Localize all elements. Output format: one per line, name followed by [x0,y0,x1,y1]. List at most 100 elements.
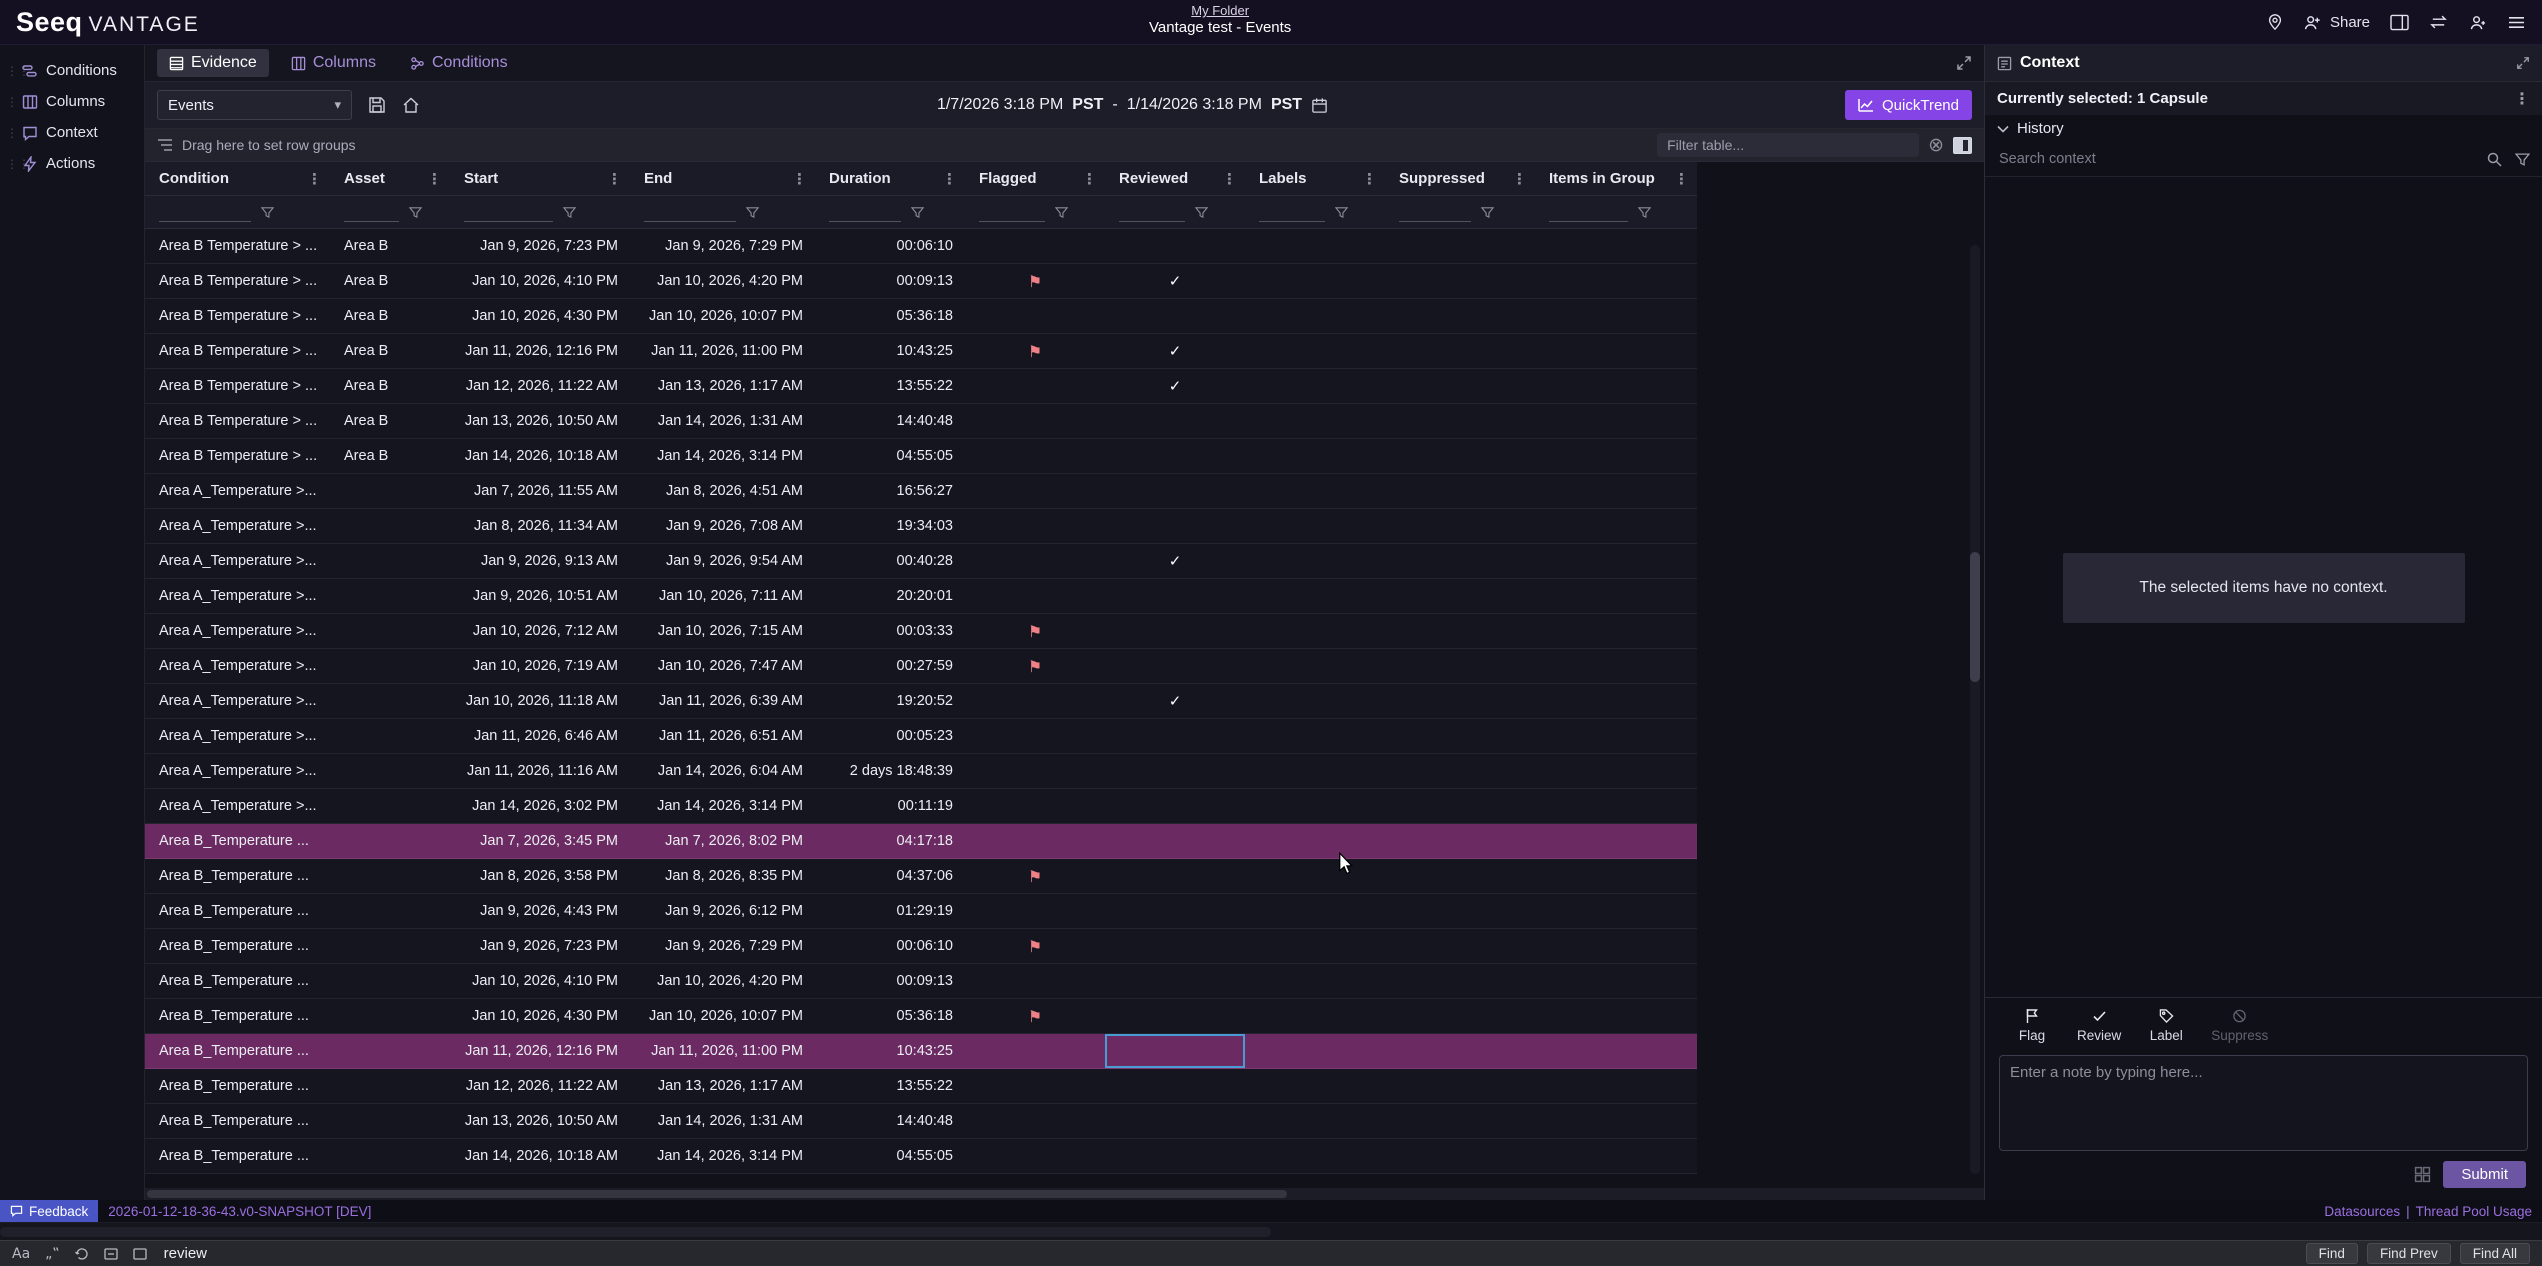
table-row[interactable]: Area B_Temperature ...Jan 8, 2026, 3:58 … [145,859,1697,894]
cell-suppressed[interactable] [1385,1069,1535,1103]
cell-asset[interactable]: Area B [330,369,450,403]
cell-condition[interactable]: Area B_Temperature ... [145,894,330,928]
cell-suppressed[interactable] [1385,404,1535,438]
cell-start[interactable]: Jan 11, 2026, 12:16 PM [450,334,630,368]
cell-asset[interactable] [330,684,450,718]
cell-start[interactable]: Jan 13, 2026, 10:50 AM [450,404,630,438]
row-groups-dropzone[interactable]: Drag here to set row groups ⊗ [145,129,1984,162]
cell-end[interactable]: Jan 9, 2026, 7:29 PM [630,229,815,263]
share-button[interactable]: Share [2304,14,2370,31]
sidebar-item-actions[interactable]: ⋮⋮ Actions [0,148,144,179]
cell-flagged[interactable] [965,894,1105,928]
expand-context-icon[interactable] [2516,56,2530,70]
tab-columns[interactable]: Columns [279,49,388,77]
cell-condition[interactable]: Area A_Temperature >... [145,509,330,543]
cell-duration[interactable]: 00:06:10 [815,229,965,263]
cell-flagged[interactable] [965,439,1105,473]
cell-duration[interactable]: 19:34:03 [815,509,965,543]
cell-condition[interactable]: Area B Temperature > ... [145,264,330,298]
cell-duration[interactable]: 16:56:27 [815,474,965,508]
cell-duration[interactable]: 00:03:33 [815,614,965,648]
column-filter-input[interactable] [644,203,736,222]
table-row[interactable]: Area B_Temperature ...Jan 13, 2026, 10:5… [145,1104,1697,1139]
cell-duration[interactable]: 14:40:48 [815,1104,965,1138]
cell-flagged[interactable] [965,1139,1105,1173]
table-row[interactable]: Area A_Temperature >...Jan 7, 2026, 11:5… [145,474,1697,509]
cell-flagged[interactable]: ⚑ [965,649,1105,683]
cell-items-in-group[interactable] [1535,684,1697,718]
cell-labels[interactable] [1245,404,1385,438]
cell-duration[interactable]: 20:20:01 [815,579,965,613]
filter-funnel-icon[interactable] [1638,206,1651,219]
cell-flagged[interactable] [965,474,1105,508]
cell-reviewed[interactable] [1105,439,1245,473]
scrollbar-thumb[interactable] [1970,552,1980,682]
cell-condition[interactable]: Area A_Temperature >... [145,614,330,648]
cell-duration[interactable]: 04:55:05 [815,1139,965,1173]
cell-start[interactable]: Jan 7, 2026, 11:55 AM [450,474,630,508]
find-field-icon[interactable] [133,1248,147,1260]
table-row[interactable]: Area B_Temperature ...Jan 7, 2026, 3:45 … [145,824,1697,859]
layout-panels-icon[interactable] [2390,14,2409,31]
cell-start[interactable]: Jan 10, 2026, 4:10 PM [450,964,630,998]
table-row[interactable]: Area B Temperature > ...Area BJan 14, 20… [145,439,1697,474]
cell-items-in-group[interactable] [1535,1034,1697,1068]
cell-items-in-group[interactable] [1535,789,1697,823]
find-prev-button[interactable]: Find Prev [2367,1243,2451,1264]
cell-end[interactable]: Jan 9, 2026, 7:29 PM [630,929,815,963]
cell-start[interactable]: Jan 10, 2026, 4:30 PM [450,999,630,1033]
cell-labels[interactable] [1245,964,1385,998]
column-menu-icon[interactable]: ⋮ [1674,170,1689,188]
grid-toggle-icon[interactable] [2414,1166,2431,1183]
cell-duration[interactable]: 00:11:19 [815,789,965,823]
cell-suppressed[interactable] [1385,544,1535,578]
cell-end[interactable]: Jan 10, 2026, 10:07 PM [630,299,815,333]
cell-reviewed[interactable] [1105,614,1245,648]
cell-condition[interactable]: Area A_Temperature >... [145,754,330,788]
column-header-suppressed[interactable]: Suppressed⋮ [1385,162,1535,195]
cell-end[interactable]: Jan 8, 2026, 4:51 AM [630,474,815,508]
context-menu-icon[interactable]: ⋮ [2514,89,2530,108]
cell-reviewed[interactable] [1105,789,1245,823]
cell-suppressed[interactable] [1385,509,1535,543]
cell-end[interactable]: Jan 10, 2026, 7:11 AM [630,579,815,613]
grid-vertical-scrollbar[interactable] [1970,245,1980,1174]
table-row[interactable]: Area B Temperature > ...Area BJan 10, 20… [145,264,1697,299]
cell-start[interactable]: Jan 10, 2026, 4:30 PM [450,299,630,333]
cell-flagged[interactable] [965,684,1105,718]
cell-items-in-group[interactable] [1535,474,1697,508]
table-row[interactable]: Area A_Temperature >...Jan 10, 2026, 11:… [145,684,1697,719]
cell-start[interactable]: Jan 9, 2026, 4:43 PM [450,894,630,928]
table-row[interactable]: Area B_Temperature ...Jan 9, 2026, 7:23 … [145,929,1697,964]
column-header-flagged[interactable]: Flagged⋮ [965,162,1105,195]
column-header-end[interactable]: End⋮ [630,162,815,195]
column-menu-icon[interactable]: ⋮ [427,170,442,188]
find-button[interactable]: Find [2306,1243,2358,1264]
filter-table-input[interactable] [1657,133,1919,157]
table-row[interactable]: Area A_Temperature >...Jan 11, 2026, 6:4… [145,719,1697,754]
cell-suppressed[interactable] [1385,719,1535,753]
home-icon[interactable] [402,96,420,114]
cell-labels[interactable] [1245,824,1385,858]
column-header-items-in-group[interactable]: Items in Group⋮ [1535,162,1697,195]
cell-start[interactable]: Jan 10, 2026, 7:19 AM [450,649,630,683]
find-input[interactable] [162,1244,582,1263]
feedback-button[interactable]: Feedback [0,1200,98,1222]
cell-labels[interactable] [1245,334,1385,368]
filter-funnel-icon[interactable] [1055,206,1068,219]
cell-duration[interactable]: 05:36:18 [815,299,965,333]
cell-labels[interactable] [1245,264,1385,298]
cell-items-in-group[interactable] [1535,579,1697,613]
cell-items-in-group[interactable] [1535,404,1697,438]
cell-items-in-group[interactable] [1535,999,1697,1033]
history-section-toggle[interactable]: History [1985,115,2542,142]
cell-labels[interactable] [1245,999,1385,1033]
cell-labels[interactable] [1245,509,1385,543]
cell-flagged[interactable] [965,1069,1105,1103]
cell-start[interactable]: Jan 9, 2026, 9:13 AM [450,544,630,578]
cell-end[interactable]: Jan 7, 2026, 8:02 PM [630,824,815,858]
cell-end[interactable]: Jan 14, 2026, 6:04 AM [630,754,815,788]
table-row[interactable]: Area B_Temperature ...Jan 11, 2026, 12:1… [145,1034,1697,1069]
cell-duration[interactable]: 00:05:23 [815,719,965,753]
note-textarea[interactable] [1999,1055,2528,1151]
